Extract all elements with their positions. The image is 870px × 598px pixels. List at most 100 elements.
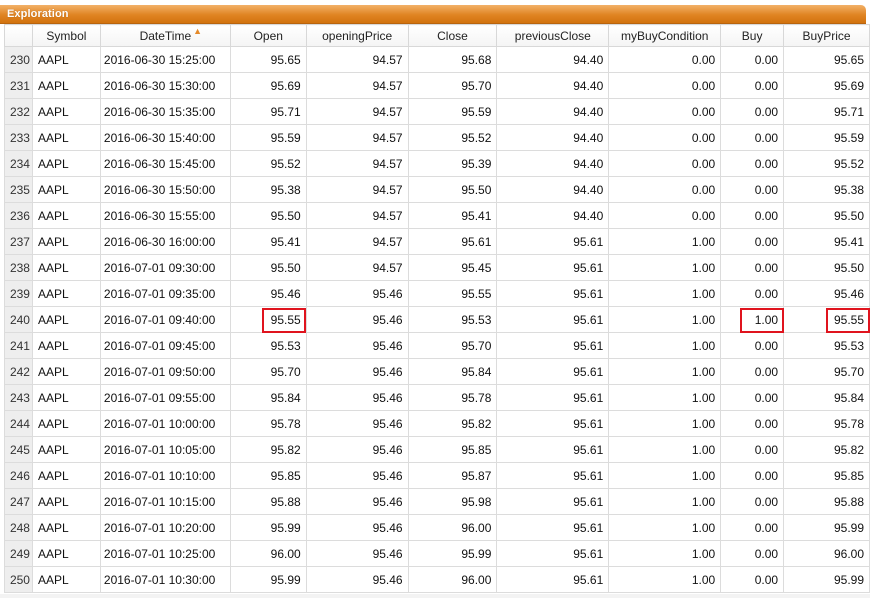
cell-close[interactable]: 95.59	[407, 98, 498, 125]
column-header-mybuycondition[interactable]: myBuyCondition	[608, 24, 722, 47]
row-number[interactable]: 250	[4, 566, 33, 593]
row-number[interactable]: 233	[4, 124, 33, 151]
cell-openingprice[interactable]: 95.46	[305, 306, 409, 333]
cell-symbol[interactable]: AAPL	[31, 566, 101, 593]
cell-buy[interactable]: 0.00	[720, 72, 785, 99]
cell-mybuycondition[interactable]: 0.00	[608, 124, 722, 151]
cell-close[interactable]: 95.52	[407, 124, 498, 151]
cell-buy[interactable]: 0.00	[720, 514, 785, 541]
cell-open[interactable]: 95.69	[229, 72, 307, 99]
cell-openingprice[interactable]: 95.46	[305, 358, 409, 385]
row-number[interactable]: 246	[4, 462, 33, 489]
cell-previousclose[interactable]: 95.61	[496, 332, 610, 359]
column-header-symbol[interactable]: Symbol	[31, 24, 101, 47]
cell-symbol[interactable]: AAPL	[31, 540, 101, 567]
cell-buy[interactable]: 0.00	[720, 254, 785, 281]
cell-buy[interactable]: 0.00	[720, 176, 785, 203]
cell-openingprice[interactable]: 95.46	[305, 410, 409, 437]
cell-datetime[interactable]: 2016-06-30 15:40:00	[99, 124, 231, 151]
cell-symbol[interactable]: AAPL	[31, 124, 101, 151]
cell-previousclose[interactable]: 95.61	[496, 462, 610, 489]
cell-buyprice[interactable]: 95.59	[783, 124, 870, 151]
cell-open[interactable]: 96.00	[229, 540, 307, 567]
cell-openingprice[interactable]: 94.57	[305, 98, 409, 125]
cell-openingprice[interactable]: 95.46	[305, 566, 409, 593]
table-row[interactable]: 249 AAPL 2016-07-01 10:25:00 96.00 95.46 95.9…	[4, 540, 870, 567]
table-row[interactable]: 245 AAPL 2016-07-01 10:05:00 95.82 95.46 95.8…	[4, 436, 870, 463]
table-row[interactable]: 238 AAPL 2016-07-01 09:30:00 95.50 94.57 95.4…	[4, 254, 870, 281]
cell-openingprice[interactable]: 95.46	[305, 540, 409, 567]
table-row[interactable]: 241 AAPL 2016-07-01 09:45:00 95.53 95.46 95.7…	[4, 332, 870, 359]
cell-symbol[interactable]: AAPL	[31, 436, 101, 463]
cell-buyprice[interactable]: 95.84	[783, 384, 870, 411]
cell-open[interactable]: 95.88	[229, 488, 307, 515]
cell-buyprice[interactable]: 95.99	[783, 514, 870, 541]
cell-buy[interactable]: 1.00	[720, 306, 785, 333]
cell-datetime[interactable]: 2016-07-01 09:30:00	[99, 254, 231, 281]
cell-previousclose[interactable]: 95.61	[496, 540, 610, 567]
cell-close[interactable]: 95.70	[407, 332, 498, 359]
cell-mybuycondition[interactable]: 1.00	[608, 384, 722, 411]
row-number[interactable]: 247	[4, 488, 33, 515]
table-row[interactable]: 231 AAPL 2016-06-30 15:30:00 95.69 94.57 95.7…	[4, 72, 870, 99]
column-header-datetime[interactable]: DateTime ▲	[99, 24, 231, 47]
cell-buyprice[interactable]: 95.65	[783, 46, 870, 73]
cell-buy[interactable]: 0.00	[720, 384, 785, 411]
cell-openingprice[interactable]: 94.57	[305, 202, 409, 229]
cell-open[interactable]: 95.78	[229, 410, 307, 437]
column-header-openingprice[interactable]: openingPrice	[305, 24, 409, 47]
cell-open[interactable]: 95.84	[229, 384, 307, 411]
cell-buy[interactable]: 0.00	[720, 566, 785, 593]
table-row[interactable]: 248 AAPL 2016-07-01 10:20:00 95.99 95.46 96.0…	[4, 514, 870, 541]
cell-buyprice[interactable]: 95.71	[783, 98, 870, 125]
cell-buyprice[interactable]: 95.53	[783, 332, 870, 359]
cell-mybuycondition[interactable]: 1.00	[608, 228, 722, 255]
cell-previousclose[interactable]: 95.61	[496, 254, 610, 281]
cell-open[interactable]: 95.82	[229, 436, 307, 463]
cell-openingprice[interactable]: 94.57	[305, 176, 409, 203]
cell-buy[interactable]: 0.00	[720, 98, 785, 125]
cell-symbol[interactable]: AAPL	[31, 410, 101, 437]
cell-buy[interactable]: 0.00	[720, 358, 785, 385]
cell-mybuycondition[interactable]: 0.00	[608, 72, 722, 99]
cell-symbol[interactable]: AAPL	[31, 46, 101, 73]
row-number[interactable]: 230	[4, 46, 33, 73]
cell-openingprice[interactable]: 95.46	[305, 488, 409, 515]
cell-datetime[interactable]: 2016-06-30 16:00:00	[99, 228, 231, 255]
cell-symbol[interactable]: AAPL	[31, 254, 101, 281]
cell-previousclose[interactable]: 94.40	[496, 124, 610, 151]
row-number[interactable]: 239	[4, 280, 33, 307]
cell-openingprice[interactable]: 95.46	[305, 332, 409, 359]
table-row[interactable]: 230 AAPL 2016-06-30 15:25:00 95.65 94.57 95.6…	[4, 46, 870, 73]
cell-buyprice[interactable]: 95.46	[783, 280, 870, 307]
cell-open[interactable]: 95.70	[229, 358, 307, 385]
cell-symbol[interactable]: AAPL	[31, 176, 101, 203]
table-row[interactable]: 244 AAPL 2016-07-01 10:00:00 95.78 95.46 95.8…	[4, 410, 870, 437]
cell-openingprice[interactable]: 94.57	[305, 124, 409, 151]
column-header-buy[interactable]: Buy	[720, 24, 785, 47]
cell-close[interactable]: 95.53	[407, 306, 498, 333]
cell-datetime[interactable]: 2016-07-01 10:05:00	[99, 436, 231, 463]
table-row[interactable]: 233 AAPL 2016-06-30 15:40:00 95.59 94.57 95.5…	[4, 124, 870, 151]
cell-close[interactable]: 95.55	[407, 280, 498, 307]
column-header-previousclose[interactable]: previousClose	[496, 24, 610, 47]
cell-mybuycondition[interactable]: 1.00	[608, 254, 722, 281]
cell-previousclose[interactable]: 94.40	[496, 176, 610, 203]
cell-symbol[interactable]: AAPL	[31, 228, 101, 255]
cell-symbol[interactable]: AAPL	[31, 488, 101, 515]
cell-buy[interactable]: 0.00	[720, 436, 785, 463]
cell-previousclose[interactable]: 95.61	[496, 410, 610, 437]
cell-mybuycondition[interactable]: 1.00	[608, 410, 722, 437]
cell-openingprice[interactable]: 94.57	[305, 150, 409, 177]
cell-openingprice[interactable]: 95.46	[305, 280, 409, 307]
cell-close[interactable]: 95.41	[407, 202, 498, 229]
cell-symbol[interactable]: AAPL	[31, 358, 101, 385]
cell-close[interactable]: 95.45	[407, 254, 498, 281]
cell-openingprice[interactable]: 95.46	[305, 462, 409, 489]
cell-openingprice[interactable]: 95.46	[305, 384, 409, 411]
cell-datetime[interactable]: 2016-06-30 15:25:00	[99, 46, 231, 73]
cell-datetime[interactable]: 2016-07-01 09:45:00	[99, 332, 231, 359]
cell-datetime[interactable]: 2016-07-01 09:40:00	[99, 306, 231, 333]
table-row[interactable]: 243 AAPL 2016-07-01 09:55:00 95.84 95.46 95.7…	[4, 384, 870, 411]
cell-buy[interactable]: 0.00	[720, 488, 785, 515]
